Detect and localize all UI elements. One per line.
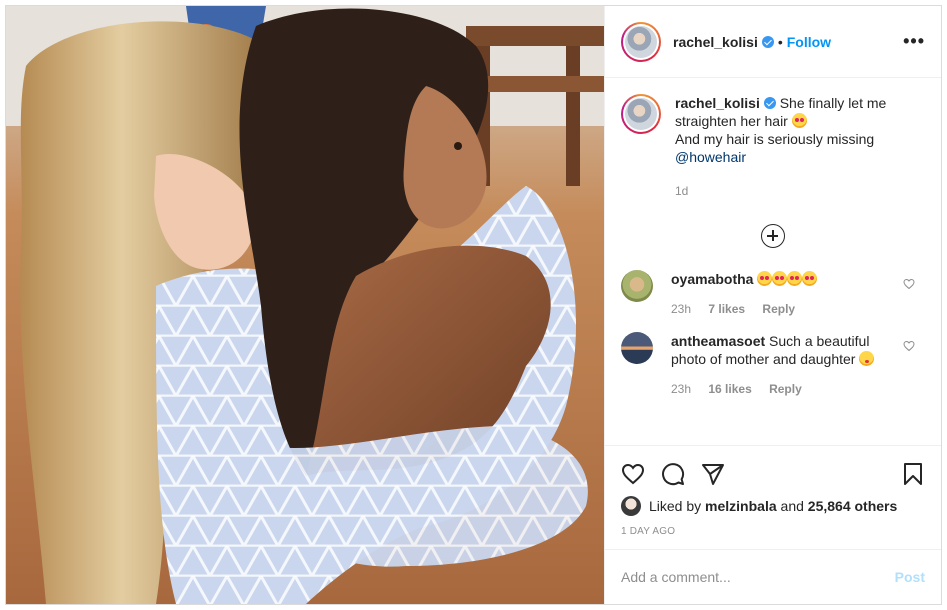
verified-badge-icon [763,97,776,109]
author-avatar[interactable] [621,21,661,62]
comment-reply-button[interactable]: Reply [769,382,802,396]
liked-by: Liked by melzinbala and 25,864 others [621,496,925,516]
comment-body: antheamasoet Such a beautiful photo of m… [671,332,876,398]
post-comment-button[interactable]: Post [895,569,925,585]
comment-likes[interactable]: 7 likes [708,302,745,316]
caption-avatar[interactable] [621,94,661,134]
post-dialog: rachel_kolisi • Follow ••• rachel_kolisi… [5,5,942,605]
liker-avatar[interactable] [621,496,641,516]
comment-time[interactable]: 23h [671,382,691,396]
caption-text-line2: And my hair is seriously missing [675,131,875,147]
add-comment-input[interactable] [621,569,895,585]
photo-illustration [6,6,604,604]
heart-eyes-emoji-icon [802,271,818,286]
like-comment-heart-icon[interactable] [903,340,915,352]
action-row [621,454,925,494]
save-bookmark-icon[interactable] [901,462,925,486]
comments-section: rachel_kolisi She finally let me straigh… [605,78,941,445]
comment-composer: Post [605,549,941,604]
caption-age[interactable]: 1d [675,182,925,200]
comment-body: oyamabotha 23h 7 likes Reply [671,270,876,318]
heart-eyes-emoji-icon [791,113,807,128]
heart-eyes-emoji-icon [772,271,788,286]
liked-by-user[interactable]: melzinbala [705,498,777,514]
liked-by-others[interactable]: 25,864 others [808,498,898,514]
comment-time[interactable]: 23h [671,302,691,316]
comment-item: antheamasoet Such a beautiful photo of m… [621,332,925,398]
comment-meta: 23h 7 likes Reply [671,300,876,318]
comment-item: oyamabotha 23h 7 likes Reply [621,270,925,318]
kiss-emoji-icon [859,351,875,366]
caption-mention-link[interactable]: @howehair [675,149,746,165]
caption-username[interactable]: rachel_kolisi [675,95,760,111]
share-paper-plane-icon[interactable] [701,462,725,486]
like-heart-icon[interactable] [621,462,645,486]
post-photo[interactable] [6,6,604,604]
post-actions: Liked by melzinbala and 25,864 others 1 … [605,445,941,549]
post-header: rachel_kolisi • Follow ••• [605,6,941,78]
commenter-username[interactable]: antheamasoet [671,333,765,349]
more-options-icon[interactable]: ••• [903,31,925,52]
load-more-comments [621,224,925,248]
comment-bubble-icon[interactable] [661,462,685,486]
liked-by-prefix: Liked by [649,498,702,514]
caption-body: rachel_kolisi She finally let me straigh… [675,94,925,200]
comment-reply-button[interactable]: Reply [762,302,795,316]
commenter-username[interactable]: oyamabotha [671,271,753,287]
liked-by-joiner: and [780,498,804,514]
heart-eyes-emoji-icon [757,271,773,286]
heart-eyes-emoji-icon [787,271,803,286]
separator-dot: • [777,33,783,50]
commenter-avatar[interactable] [621,332,653,364]
commenter-avatar[interactable] [621,270,653,302]
author-username[interactable]: rachel_kolisi [673,34,758,50]
follow-button[interactable]: Follow [787,34,831,50]
posted-time[interactable]: 1 DAY AGO [621,526,925,537]
load-more-plus-icon[interactable] [761,224,785,248]
like-comment-heart-icon[interactable] [903,278,915,290]
caption: rachel_kolisi She finally let me straigh… [621,94,925,200]
comment-likes[interactable]: 16 likes [708,382,751,396]
comment-meta: 23h 16 likes Reply [671,380,876,398]
post-side-panel: rachel_kolisi • Follow ••• rachel_kolisi… [604,6,941,604]
verified-badge-icon [761,35,774,48]
